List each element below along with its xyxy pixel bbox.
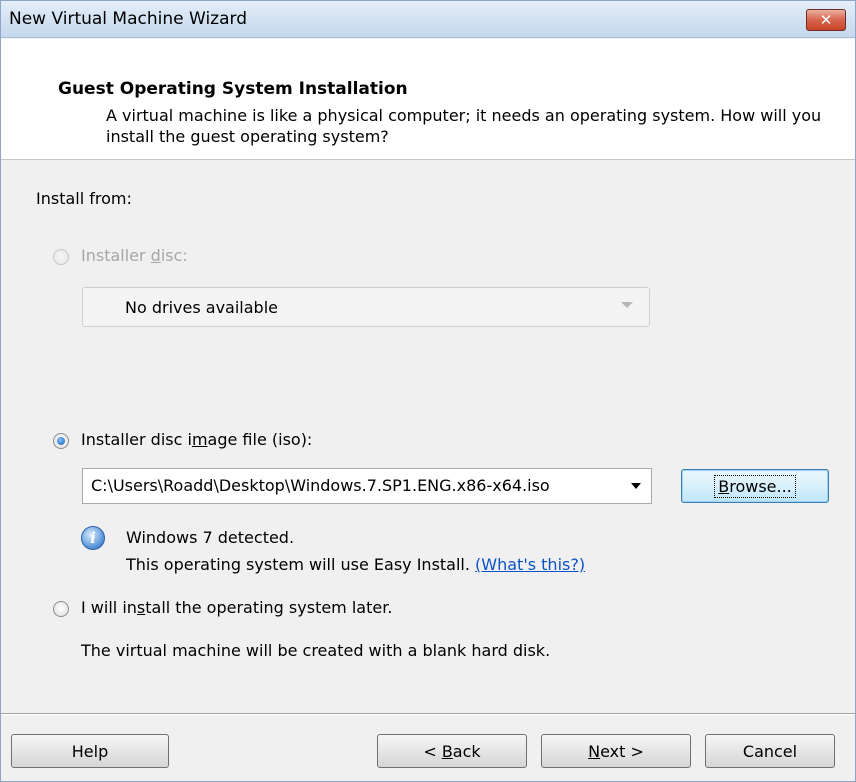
install-later-radio[interactable] — [53, 601, 69, 617]
iso-image-radio[interactable] — [53, 433, 69, 449]
chevron-down-icon[interactable] — [631, 483, 641, 489]
iso-path-value: C:\Users\Roadd\Desktop\Windows.7.SP1.ENG… — [91, 476, 550, 495]
cancel-button[interactable]: Cancel — [705, 734, 835, 768]
chevron-down-icon — [621, 302, 633, 308]
easy-install-text: This operating system will use Easy Inst… — [126, 555, 586, 574]
iso-image-label: Installer disc image file (iso): — [81, 430, 313, 449]
help-button[interactable]: Help — [11, 734, 169, 768]
back-button[interactable]: < Back — [377, 734, 527, 768]
dropdown-value: No drives available — [125, 298, 278, 317]
back-button-label: < Back — [423, 741, 481, 761]
close-button[interactable]: ✕ — [806, 9, 846, 31]
browse-button-label: Browse... — [714, 474, 796, 498]
close-icon: ✕ — [819, 11, 833, 29]
wizard-window: New Virtual Machine Wizard ✕ Guest Opera… — [0, 0, 856, 782]
next-button-label: Next > — [588, 741, 644, 761]
installer-disc-label: Installer disc: — [81, 246, 188, 265]
page-description: A virtual machine is like a physical com… — [106, 106, 822, 146]
os-detected-text: Windows 7 detected. — [126, 528, 295, 547]
help-button-label: Help — [71, 741, 109, 761]
footer-divider — [1, 713, 855, 715]
installer-disc-dropdown[interactable]: No drives available — [82, 287, 650, 327]
window-title: New Virtual Machine Wizard — [9, 9, 247, 29]
page-title: Guest Operating System Installation — [58, 79, 408, 99]
browse-button[interactable]: Browse... — [681, 469, 829, 503]
whats-this-link[interactable]: (What's this?) — [475, 555, 585, 574]
title-bar[interactable]: New Virtual Machine Wizard ✕ — [1, 1, 855, 38]
installer-disc-radio[interactable] — [53, 249, 69, 265]
install-later-label: I will install the operating system late… — [81, 598, 393, 617]
install-from-label: Install from: — [36, 189, 132, 208]
next-button[interactable]: Next > — [541, 734, 691, 768]
wizard-header: Guest Operating System Installation A vi… — [1, 39, 855, 160]
cancel-button-label: Cancel — [742, 741, 798, 761]
iso-path-combobox[interactable]: C:\Users\Roadd\Desktop\Windows.7.SP1.ENG… — [82, 468, 652, 504]
blank-disk-note: The virtual machine will be created with… — [81, 641, 551, 660]
info-icon: i — [81, 526, 105, 550]
